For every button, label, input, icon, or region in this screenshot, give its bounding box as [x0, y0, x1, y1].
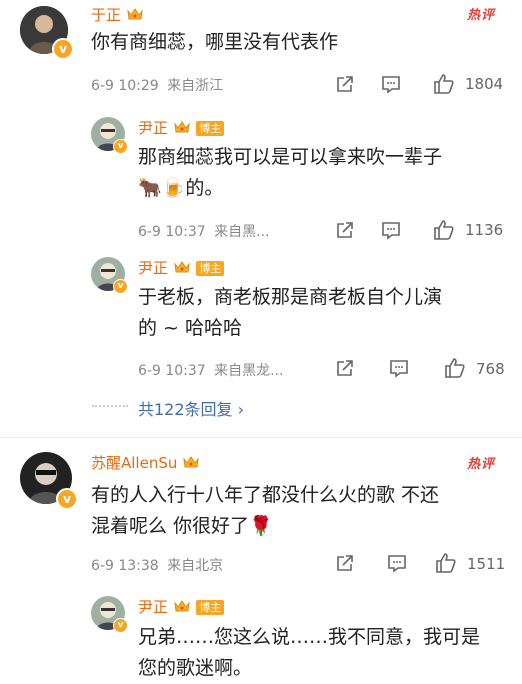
author-badge: 博主: [196, 600, 225, 615]
reply-text-line2: 您的歌迷啊。: [138, 657, 253, 679]
comment-icon[interactable]: [386, 552, 408, 574]
username[interactable]: 尹正: [138, 119, 168, 137]
dotted-line: [92, 405, 128, 407]
hot-comment-badge: 热评: [467, 8, 496, 23]
divider: [0, 437, 522, 438]
crown-icon: [174, 600, 190, 612]
like-icon[interactable]: [434, 551, 458, 575]
author-badge: 博主: [196, 121, 225, 136]
share-icon[interactable]: [334, 552, 356, 574]
reply-text-line2: 🐂🍺的。: [138, 177, 224, 199]
share-icon[interactable]: [334, 357, 356, 379]
like-count: 1136: [465, 221, 504, 239]
reply-location: 来自黑龙...: [214, 363, 284, 379]
comment-header: 苏醒AllenSu: [91, 452, 200, 473]
reply-location: 来自黑...: [214, 224, 270, 240]
verified-icon: v: [52, 38, 74, 60]
crown-icon: [174, 261, 190, 273]
reply-text-line1: 兄弟……您这么说……我不同意，我可是: [138, 626, 481, 648]
comment-text-line1: 有的人入行十八年了都没什么火的歌 不还: [91, 484, 440, 506]
timestamp: 6-9 10:29 来自浙江: [91, 75, 223, 95]
like-icon[interactable]: [443, 356, 467, 380]
reply-header: 尹正 博主: [138, 596, 225, 617]
timestamp: 6-9 13:38 来自北京: [91, 555, 223, 575]
hot-comment-badge: 热评: [467, 457, 496, 472]
like-icon[interactable]: [432, 72, 456, 96]
share-icon[interactable]: [334, 219, 356, 241]
reply-text-line1: 于老板，商老板那是商老板自个儿演: [138, 286, 443, 308]
comment-time: 6-9 13:38: [91, 558, 159, 574]
like-count: 1804: [465, 75, 504, 93]
verified-icon: v: [113, 139, 128, 154]
like-count: 768: [476, 360, 505, 378]
comment-location: 来自北京: [167, 558, 224, 574]
verified-icon: v: [113, 618, 128, 633]
comment-icon[interactable]: [388, 357, 410, 379]
comment-text: 你有商细蕊，哪里没有代表作: [91, 31, 339, 53]
reply-header: 尹正 博主: [138, 117, 225, 138]
timestamp: 6-9 10:37 来自黑龙...: [138, 360, 283, 380]
comment-icon[interactable]: [380, 73, 402, 95]
share-icon[interactable]: [334, 73, 356, 95]
username[interactable]: 于正: [91, 6, 121, 24]
reply-text-line2: 的 ~ 哈哈哈: [138, 317, 242, 339]
verified-icon: v: [56, 488, 78, 510]
timestamp: 6-9 10:37 来自黑...: [138, 221, 269, 241]
comment-time: 6-9 10:29: [91, 78, 159, 94]
more-replies-link[interactable]: 共122条回复 ›: [138, 396, 244, 420]
like-count: 1511: [467, 555, 506, 573]
reply-text-line1: 那商细蕊我可以是可以拿来吹一辈子: [138, 146, 443, 168]
username[interactable]: 苏醒AllenSu: [91, 454, 177, 472]
crown-icon: [127, 8, 143, 20]
author-badge: 博主: [196, 261, 225, 276]
username[interactable]: 尹正: [138, 598, 168, 616]
verified-icon: v: [113, 279, 128, 294]
reply-time: 6-9 10:37: [138, 363, 206, 379]
username[interactable]: 尹正: [138, 259, 168, 277]
reply-time: 6-9 10:37: [138, 224, 206, 240]
comment-header: 于正: [91, 4, 144, 25]
comment-text-line2: 混着呢么 你很好了🌹: [91, 515, 273, 537]
like-icon[interactable]: [432, 218, 456, 242]
reply-header: 尹正 博主: [138, 257, 225, 278]
crown-icon: [183, 456, 200, 468]
crown-icon: [174, 121, 190, 133]
comment-icon[interactable]: [380, 219, 402, 241]
comment-location: 来自浙江: [167, 78, 224, 94]
